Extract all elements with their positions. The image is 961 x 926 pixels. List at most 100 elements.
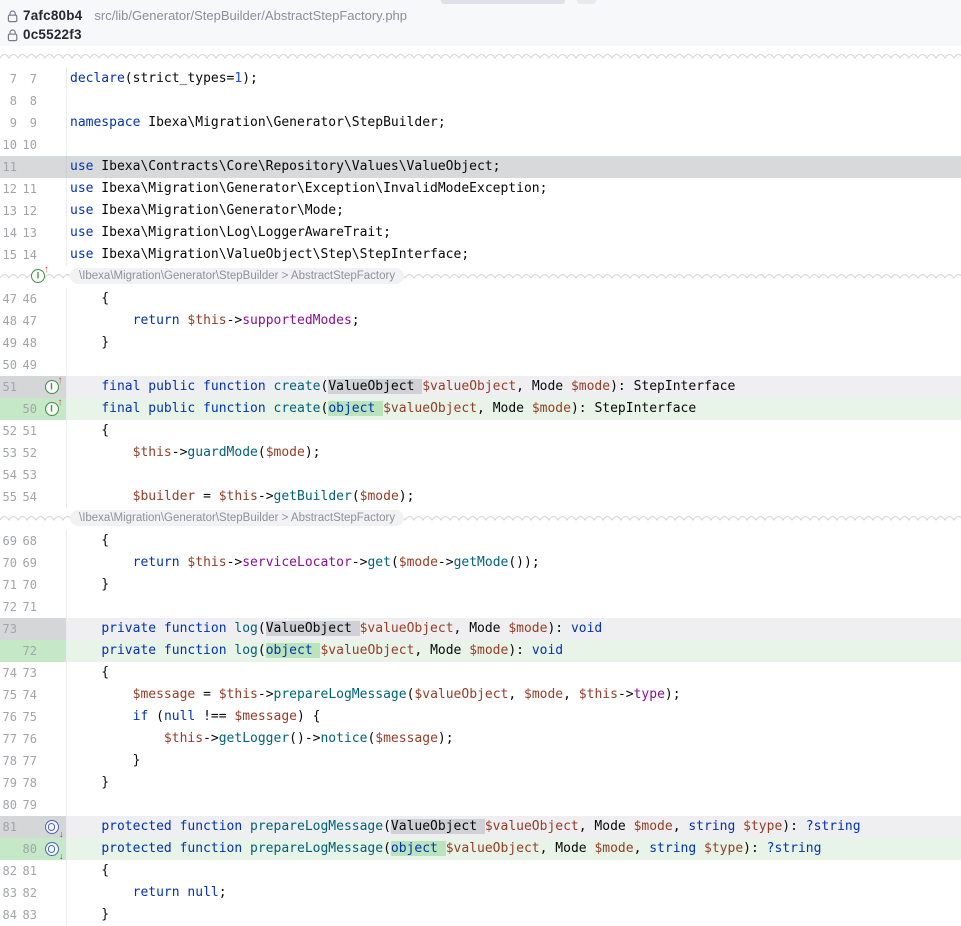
code-token: Mode — [493, 401, 532, 416]
line-number-old: 52 — [0, 420, 17, 442]
code-content[interactable]: return null; — [66, 882, 961, 904]
collapsed-region-separator[interactable]: I↑ \Ibexa\Migration\Generator\StepBuilder… — [0, 266, 961, 288]
code-content[interactable]: } — [66, 332, 961, 354]
code-token: $this — [579, 687, 618, 702]
code-token: $type — [704, 841, 743, 856]
code-content[interactable]: final public function create(ValueObject… — [66, 376, 961, 398]
code-token: $valueObject — [485, 819, 579, 834]
code-content[interactable]: $this->guardMode($mode); — [66, 442, 961, 464]
diff-header: 7afc80b4 src/lib/Generator/StepBuilder/A… — [0, 0, 961, 46]
code-content[interactable] — [66, 794, 961, 816]
line-number-new: 79 — [20, 794, 37, 816]
method-overridden-icon[interactable]: ↓ — [45, 820, 59, 834]
code-content[interactable] — [66, 464, 961, 486]
code-line: 8281 { — [0, 860, 961, 882]
code-content[interactable]: { — [66, 530, 961, 552]
line-number-gutter: 7271 — [0, 596, 66, 618]
line-number-new: 68 — [20, 530, 37, 552]
code-content[interactable]: $message = $this->prepareLogMessage($val… — [66, 684, 961, 706]
code-line: 4847 return $this->supportedModes; — [0, 310, 961, 332]
code-token: $mode — [508, 621, 547, 636]
line-number-gutter: 1312 — [0, 200, 66, 222]
code-token — [70, 841, 101, 856]
code-content[interactable]: { — [66, 662, 961, 684]
code-content[interactable]: } — [66, 772, 961, 794]
code-token — [70, 401, 101, 416]
diff-line-added: 80↓ protected function prepareLogMessage… — [0, 838, 961, 860]
code-content[interactable] — [66, 596, 961, 618]
line-number-gutter: 8483 — [0, 904, 66, 926]
changed-word: object — [391, 841, 446, 856]
code-content[interactable]: use Ibexa\Contracts\Core\Repository\Valu… — [66, 156, 961, 178]
code-content[interactable] — [66, 354, 961, 376]
code-content[interactable]: protected function prepareLogMessage(Val… — [66, 816, 961, 838]
implements-letter: I — [32, 271, 44, 281]
line-number-new: 70 — [20, 574, 37, 596]
code-token: $type — [743, 819, 782, 834]
code-content[interactable]: if (null !== $message) { — [66, 706, 961, 728]
code-content[interactable]: return $this->serviceLocator->get($mode-… — [66, 552, 961, 574]
line-number-new: 13 — [20, 222, 37, 244]
code-token: = — [195, 489, 218, 504]
line-number-old: 12 — [0, 178, 17, 200]
code-content[interactable] — [66, 134, 961, 156]
code-token — [70, 819, 101, 834]
code-content[interactable]: $this->getLogger()->notice($message); — [66, 728, 961, 750]
code-content[interactable]: namespace Ibexa\Migration\Generator\Step… — [66, 112, 961, 134]
code-content[interactable]: use Ibexa\Migration\Generator\Mode; — [66, 200, 961, 222]
code-token: ); — [665, 687, 681, 702]
code-content[interactable]: } — [66, 750, 961, 772]
code-content[interactable]: private function log(ValueObject $valueO… — [66, 618, 961, 640]
code-content[interactable]: { — [66, 860, 961, 882]
code-content[interactable]: { — [66, 420, 961, 442]
line-number-new: 8 — [20, 90, 37, 112]
code-content[interactable]: final public function create(object $val… — [66, 398, 961, 420]
code-content[interactable]: } — [66, 574, 961, 596]
line-number-gutter: 11 — [0, 156, 66, 178]
code-token: -> — [227, 555, 243, 570]
line-number-gutter: 1211 — [0, 178, 66, 200]
implements-interface-icon[interactable]: I↑ — [45, 402, 59, 416]
implements-letter: I — [46, 382, 58, 392]
code-token: prepareLogMessage — [274, 687, 407, 702]
breadcrumb-label[interactable]: \Ibexa\Migration\Generator\StepBuilder >… — [70, 268, 404, 284]
down-arrow-icon: ↓ — [59, 829, 64, 839]
code-content[interactable]: use Ibexa\Migration\Generator\Exception\… — [66, 178, 961, 200]
code-token: void — [532, 643, 563, 658]
code-content[interactable] — [66, 90, 961, 112]
code-content[interactable]: return $this->supportedModes; — [66, 310, 961, 332]
code-content[interactable]: declare(strict_types=1); — [66, 68, 961, 90]
code-token: prepareLogMessage — [250, 819, 383, 834]
code-content[interactable]: protected function prepareLogMessage(obj… — [66, 838, 961, 860]
line-number-gutter: 5049 — [0, 354, 66, 376]
code-line: 7069 return $this->serviceLocator->get($… — [0, 552, 961, 574]
code-line: 1010 — [0, 134, 961, 156]
method-overridden-icon[interactable]: ↓ — [45, 842, 59, 856]
code-token: null — [164, 709, 195, 724]
code-content[interactable]: use Ibexa\Migration\ValueObject\Step\Ste… — [66, 244, 961, 266]
code-token: ( — [125, 71, 133, 86]
line-number-old: 51 — [0, 376, 17, 398]
implements-interface-icon[interactable]: I↑ — [45, 380, 59, 394]
code-content[interactable]: use Ibexa\Migration\Log\LoggerAwareTrait… — [66, 222, 961, 244]
code-token: $builder — [133, 489, 196, 504]
implements-interface-icon[interactable]: I↑ — [31, 269, 45, 283]
code-token — [70, 379, 101, 394]
code-content[interactable]: private function log(object $valueObject… — [66, 640, 961, 662]
code-token: Ibexa\Contracts\Core\Repository\Values\V… — [93, 159, 500, 174]
code-content[interactable]: } — [66, 904, 961, 926]
code-token: return — [133, 885, 180, 900]
code-content[interactable]: { — [66, 288, 961, 310]
breadcrumb-label[interactable]: \Ibexa\Migration\Generator\StepBuilder >… — [70, 510, 404, 526]
line-number-new: 83 — [20, 904, 37, 926]
code-line: 99namespace Ibexa\Migration\Generator\St… — [0, 112, 961, 134]
collapsed-region-separator[interactable]: \Ibexa\Migration\Generator\StepBuilder >… — [0, 508, 961, 530]
code-token — [242, 819, 250, 834]
line-number-new: 11 — [20, 178, 37, 200]
line-number-new: 49 — [20, 354, 37, 376]
code-content[interactable]: $builder = $this->getBuilder($mode); — [66, 486, 961, 508]
collapsed-region-separator[interactable] — [0, 46, 961, 68]
line-number-new: 81 — [20, 860, 37, 882]
line-number-new: 74 — [20, 684, 37, 706]
code-token: ( — [383, 819, 391, 834]
